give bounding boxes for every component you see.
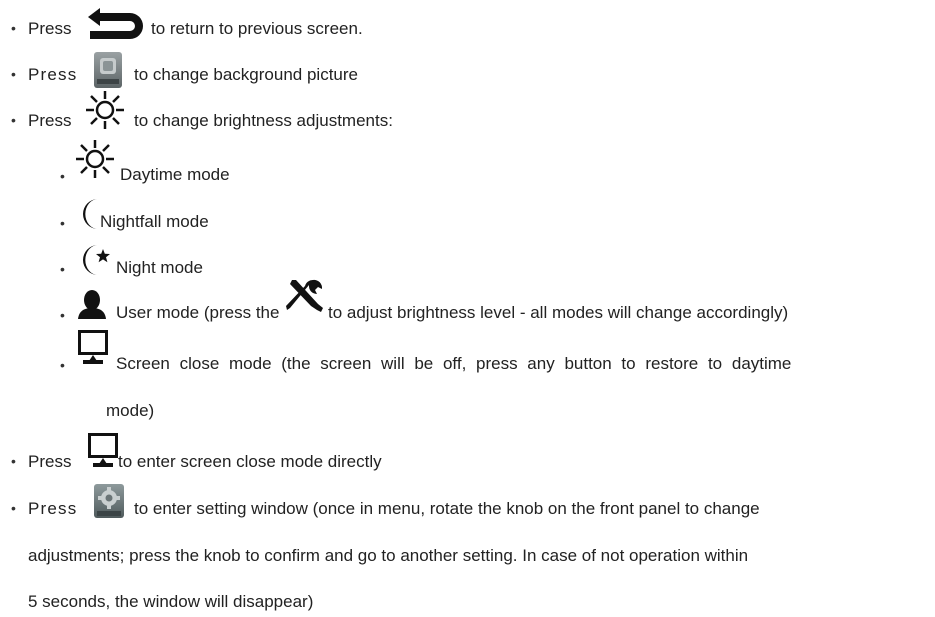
item-text-cont2: 5 seconds, the window will disappear) <box>28 592 314 611</box>
item-text-after: to adjust brightness level - all modes w… <box>328 303 789 322</box>
item-text: to change brightness adjustments: <box>134 111 393 130</box>
user-icon <box>78 290 106 319</box>
bullet: • <box>11 20 16 36</box>
press-label: Press <box>28 499 78 518</box>
bullet: • <box>11 453 16 469</box>
press-label: Press <box>28 19 72 38</box>
item-text-cont: mode) <box>106 401 155 420</box>
bullet: • <box>11 112 16 128</box>
bullet: • <box>11 500 16 516</box>
press-label: Press <box>28 65 78 84</box>
bullet: • <box>11 66 16 82</box>
item-text: to return to previous screen. <box>151 19 363 38</box>
moon-star-icon <box>83 245 110 275</box>
monitor-icon <box>88 433 118 467</box>
return-arrow-icon <box>88 8 143 39</box>
bullet: • <box>60 261 65 277</box>
press-label: Press <box>28 452 72 471</box>
bullet: • <box>60 215 65 231</box>
press-label: Press <box>28 111 72 130</box>
bullet: • <box>60 357 65 373</box>
monitor-icon <box>78 330 108 364</box>
item-text: to enter setting window (once in menu, r… <box>134 499 760 518</box>
bullet: • <box>60 168 65 184</box>
item-text-cont1: adjustments; press the knob to confirm a… <box>28 546 749 565</box>
item-text: to change background picture <box>134 65 358 84</box>
crescent-moon-icon <box>83 199 98 229</box>
item-text: User mode (press the <box>116 303 280 322</box>
bullet: • <box>60 307 65 323</box>
wrench-screwdriver-icon <box>286 279 323 312</box>
gear-icon <box>94 484 124 518</box>
item-text: Screen close mode (the screen will be of… <box>116 354 792 373</box>
item-text: Nightfall mode <box>100 212 209 231</box>
item-text: to enter screen close mode directly <box>118 452 382 471</box>
sun-icon <box>86 91 124 129</box>
sun-icon <box>76 140 114 178</box>
item-text: Night mode <box>116 258 203 277</box>
wallpaper-icon <box>94 52 122 88</box>
item-text: Daytime mode <box>120 165 230 184</box>
